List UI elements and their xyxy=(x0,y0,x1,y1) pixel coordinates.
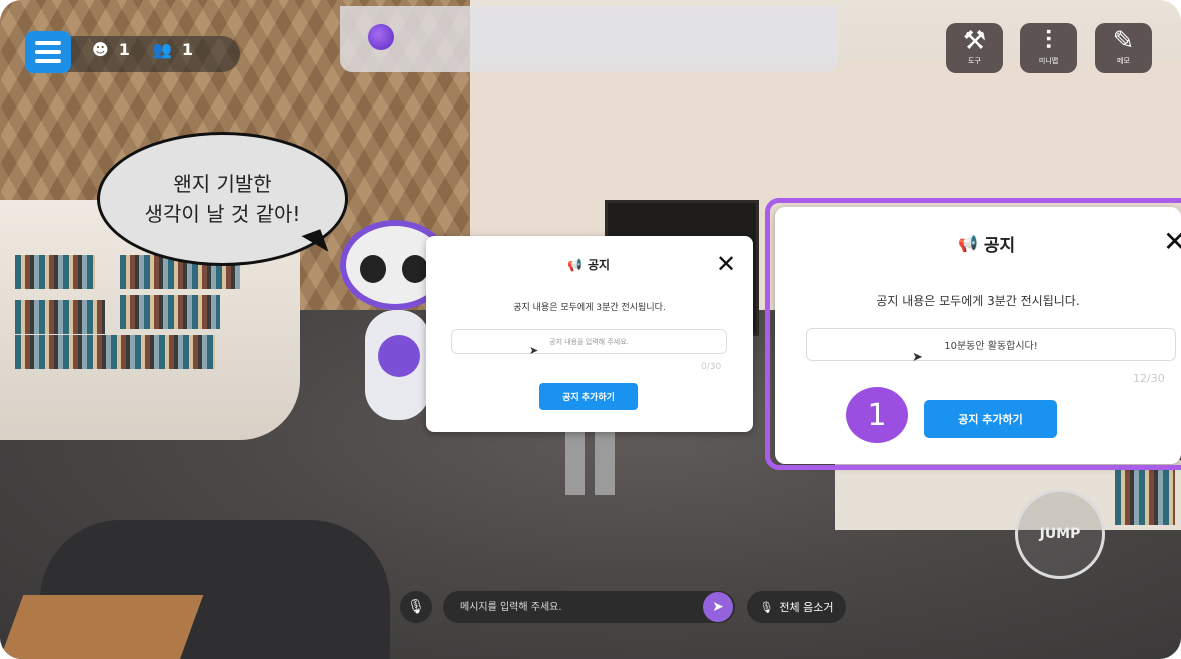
rug xyxy=(0,595,204,659)
books xyxy=(15,335,215,369)
memo-button[interactable]: ✎ 메모 xyxy=(1095,23,1152,73)
char-count: 0/30 xyxy=(701,362,722,372)
menu-button[interactable] xyxy=(25,31,71,73)
tools-button[interactable]: ⚒ 도구 xyxy=(946,23,1003,73)
mic-off-icon: 🎙 xyxy=(407,599,425,615)
right-bookshelf xyxy=(835,460,1181,530)
mouse-cursor-icon: ➤ xyxy=(529,344,539,357)
avatar-count: ☻ 1 xyxy=(92,40,130,59)
hamburger-line xyxy=(35,41,61,45)
avatar-count-value: 1 xyxy=(118,40,130,59)
add-notice-button[interactable]: 공지 추가하기 xyxy=(539,383,638,410)
top-center-bar xyxy=(340,6,838,72)
notice-title-text: 공지 xyxy=(587,258,611,272)
step-number-badge: 1 xyxy=(846,387,908,443)
hamburger-line xyxy=(35,50,61,54)
speech-line-2: 생각이 날 것 같아! xyxy=(144,202,301,226)
tools-icon: ⚒ xyxy=(962,26,987,56)
avatar-eye xyxy=(402,255,428,283)
other-avatar-legs xyxy=(565,430,615,495)
zoom-highlight-frame xyxy=(765,198,1181,470)
hamburger-line xyxy=(35,59,61,63)
notice-dialog-small: 📢 공지 ✕ 공지 내용은 모두에게 3분간 전시됩니다. 공지 내용을 입력해… xyxy=(426,236,753,432)
send-icon: ➤ xyxy=(712,599,724,615)
virtual-space-scene: ☻ 1 👥 1 ⚒ 도구 ⫶ 미니맵 ✎ 메모 왠지 기발한 생각이 날 것 같… xyxy=(0,0,1181,659)
minimap-button[interactable]: ⫶ 미니맵 xyxy=(1020,23,1077,73)
megaphone-icon: 📢 xyxy=(567,257,582,272)
paw-emblem-icon xyxy=(378,335,420,377)
avatar-icon: ☻ xyxy=(92,40,109,59)
tools-label: 도구 xyxy=(968,57,981,65)
users-count: 👥 1 xyxy=(152,40,193,59)
notice-title: 📢 공지 xyxy=(567,256,610,273)
notice-input[interactable]: 공지 내용을 입력해 주세요. xyxy=(451,329,727,354)
notice-input-placeholder: 공지 내용을 입력해 주세요. xyxy=(549,337,629,346)
books xyxy=(15,300,105,334)
users-icon: 👥 xyxy=(152,40,172,59)
minimap-label: 미니맵 xyxy=(1038,57,1059,65)
jump-button[interactable]: JUMP xyxy=(1015,489,1105,579)
users-count-value: 1 xyxy=(181,40,194,59)
chat-input-placeholder: 메시지를 입력해 주세요. xyxy=(460,602,562,613)
mic-off-icon: 🎙 xyxy=(759,600,774,614)
speech-line-1: 왠지 기발한 xyxy=(173,172,272,196)
avatar-eye xyxy=(360,255,386,283)
memo-label: 메모 xyxy=(1117,57,1130,65)
close-icon[interactable]: ✕ xyxy=(716,250,736,278)
mic-off-button[interactable]: 🎙 xyxy=(400,591,432,623)
notice-description: 공지 내용은 모두에게 3분간 전시됩니다. xyxy=(513,303,666,313)
minimap-icon: ⫶ xyxy=(1045,26,1052,56)
mute-all-label: 전체 음소거 xyxy=(779,601,834,614)
memo-icon: ✎ xyxy=(1112,26,1135,56)
app-logo-icon xyxy=(368,24,394,50)
mute-all-button[interactable]: 🎙 전체 음소거 xyxy=(747,591,846,623)
books xyxy=(15,255,95,289)
send-button[interactable]: ➤ xyxy=(703,592,733,622)
books xyxy=(1115,470,1175,525)
books xyxy=(120,295,220,329)
